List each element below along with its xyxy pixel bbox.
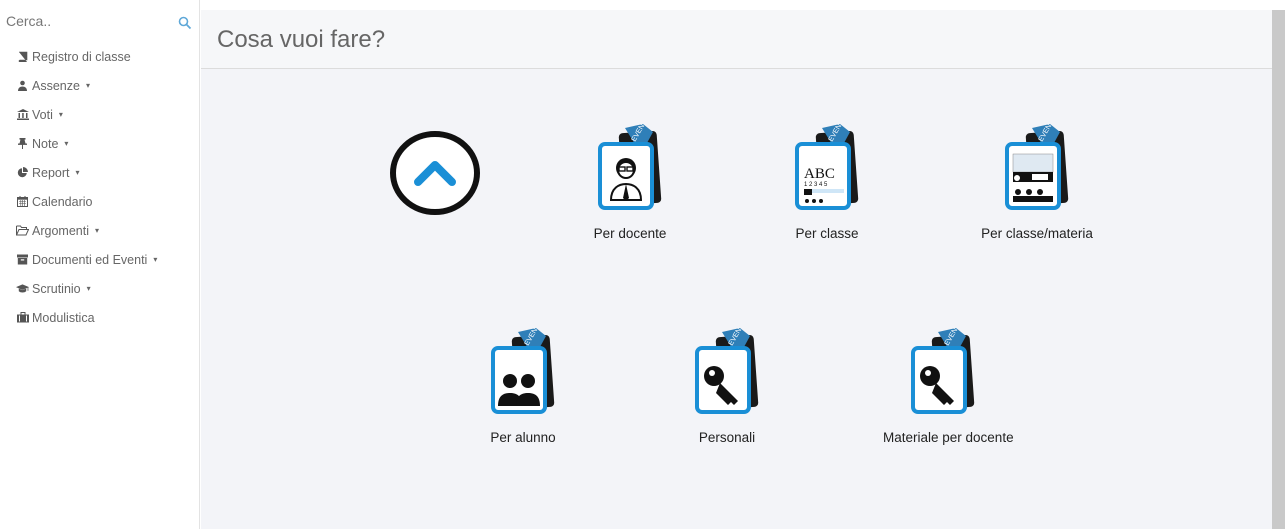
sidebar-item-modulistica[interactable]: Modulistica — [0, 303, 200, 332]
pin-icon — [16, 138, 29, 150]
caret-down-icon: ▾ — [94, 226, 99, 235]
sidebar-item-label: Voti — [32, 107, 53, 122]
search-input[interactable] — [6, 10, 166, 32]
sidebar-item-documenti-ed-eventi[interactable]: Documenti ed Eventi ▾ — [0, 245, 200, 274]
bank-icon — [16, 109, 29, 121]
sidebar-item-label: Report — [32, 165, 70, 180]
students-icon — [488, 326, 558, 416]
sidebar-item-label: Registro di classe — [32, 49, 131, 64]
chevron-up-icon — [390, 131, 480, 215]
sidebar-item-calendario[interactable]: Calendario — [0, 187, 200, 216]
sidebar-item-label: Scrutinio — [32, 281, 81, 296]
tile-per-classe[interactable]: ABC 1 2 3 4 5 Per classe — [767, 122, 887, 241]
sidebar-nav: Registro di classe Assenze ▾ Voti ▾ Note… — [0, 42, 200, 332]
key-icon — [908, 326, 978, 416]
sidebar-item-label: Argomenti — [32, 223, 89, 238]
sidebar-item-report[interactable]: Report ▾ — [0, 158, 200, 187]
main-panel: Cosa vuoi fare? — [201, 10, 1272, 529]
book-icon — [16, 51, 29, 63]
caret-down-icon: ▾ — [85, 81, 90, 90]
sidebar-item-label: Modulistica — [32, 310, 95, 325]
svg-text:ABC: ABC — [804, 166, 835, 182]
teacher-icon — [595, 122, 665, 212]
tile-label: Materiale per docente — [883, 430, 1014, 445]
scrollbar[interactable] — [1272, 10, 1285, 529]
folder-open-icon — [16, 225, 29, 237]
caret-down-icon: ▾ — [86, 284, 91, 293]
svg-text:1 2 3 4 5: 1 2 3 4 5 — [804, 182, 828, 188]
sidebar-item-registro-di-classe[interactable]: Registro di classe — [0, 42, 200, 71]
sidebar-item-note[interactable]: Note ▾ — [0, 129, 200, 158]
panel-header: Cosa vuoi fare? — [201, 10, 1272, 69]
tile-materiale-per-docente[interactable]: Materiale per docente — [883, 326, 1014, 445]
sidebar-item-label: Calendario — [32, 194, 93, 209]
tile-per-docente[interactable]: Per docente — [570, 122, 690, 241]
tile-per-classe-materia[interactable]: Per classe/materia — [977, 122, 1097, 241]
tile-label: Per docente — [593, 226, 667, 241]
tile-label: Per alunno — [490, 430, 556, 445]
tile-label: Per classe/materia — [981, 226, 1093, 241]
tile-label: Personali — [698, 430, 756, 445]
sidebar-item-voti[interactable]: Voti ▾ — [0, 100, 200, 129]
sidebar-item-scrutinio[interactable]: Scrutinio ▾ — [0, 274, 200, 303]
scroll-up-button[interactable] — [389, 130, 481, 216]
caret-down-icon: ▾ — [58, 110, 63, 119]
lesson-icon — [1002, 122, 1072, 212]
tile-label: Per classe — [795, 226, 859, 241]
page-title: Cosa vuoi fare? — [217, 26, 386, 53]
graduation-cap-icon — [16, 283, 29, 295]
key-icon — [692, 326, 762, 416]
archive-icon — [16, 254, 29, 266]
search-box — [0, 6, 200, 36]
sidebar: Registro di classe Assenze ▾ Voti ▾ Note… — [0, 0, 200, 529]
abc-board-icon: ABC 1 2 3 4 5 — [792, 122, 862, 212]
sidebar-item-label: Assenze — [32, 78, 80, 93]
sidebar-item-assenze[interactable]: Assenze ▾ — [0, 71, 200, 100]
pie-chart-icon — [16, 167, 29, 179]
top-strip — [201, 0, 1285, 10]
sidebar-item-argomenti[interactable]: Argomenti ▾ — [0, 216, 200, 245]
sidebar-item-label: Documenti ed Eventi — [32, 252, 148, 267]
caret-down-icon: ▾ — [75, 168, 80, 177]
caret-down-icon: ▾ — [153, 255, 158, 264]
search-icon[interactable] — [178, 16, 192, 30]
briefcase-icon — [16, 312, 29, 324]
tile-per-alunno[interactable]: Per alunno — [463, 326, 583, 445]
user-icon — [16, 80, 29, 92]
caret-down-icon: ▾ — [64, 139, 69, 148]
tile-personali[interactable]: Personali — [667, 326, 787, 445]
calendar-icon — [16, 196, 29, 208]
sidebar-item-label: Note — [32, 136, 59, 151]
